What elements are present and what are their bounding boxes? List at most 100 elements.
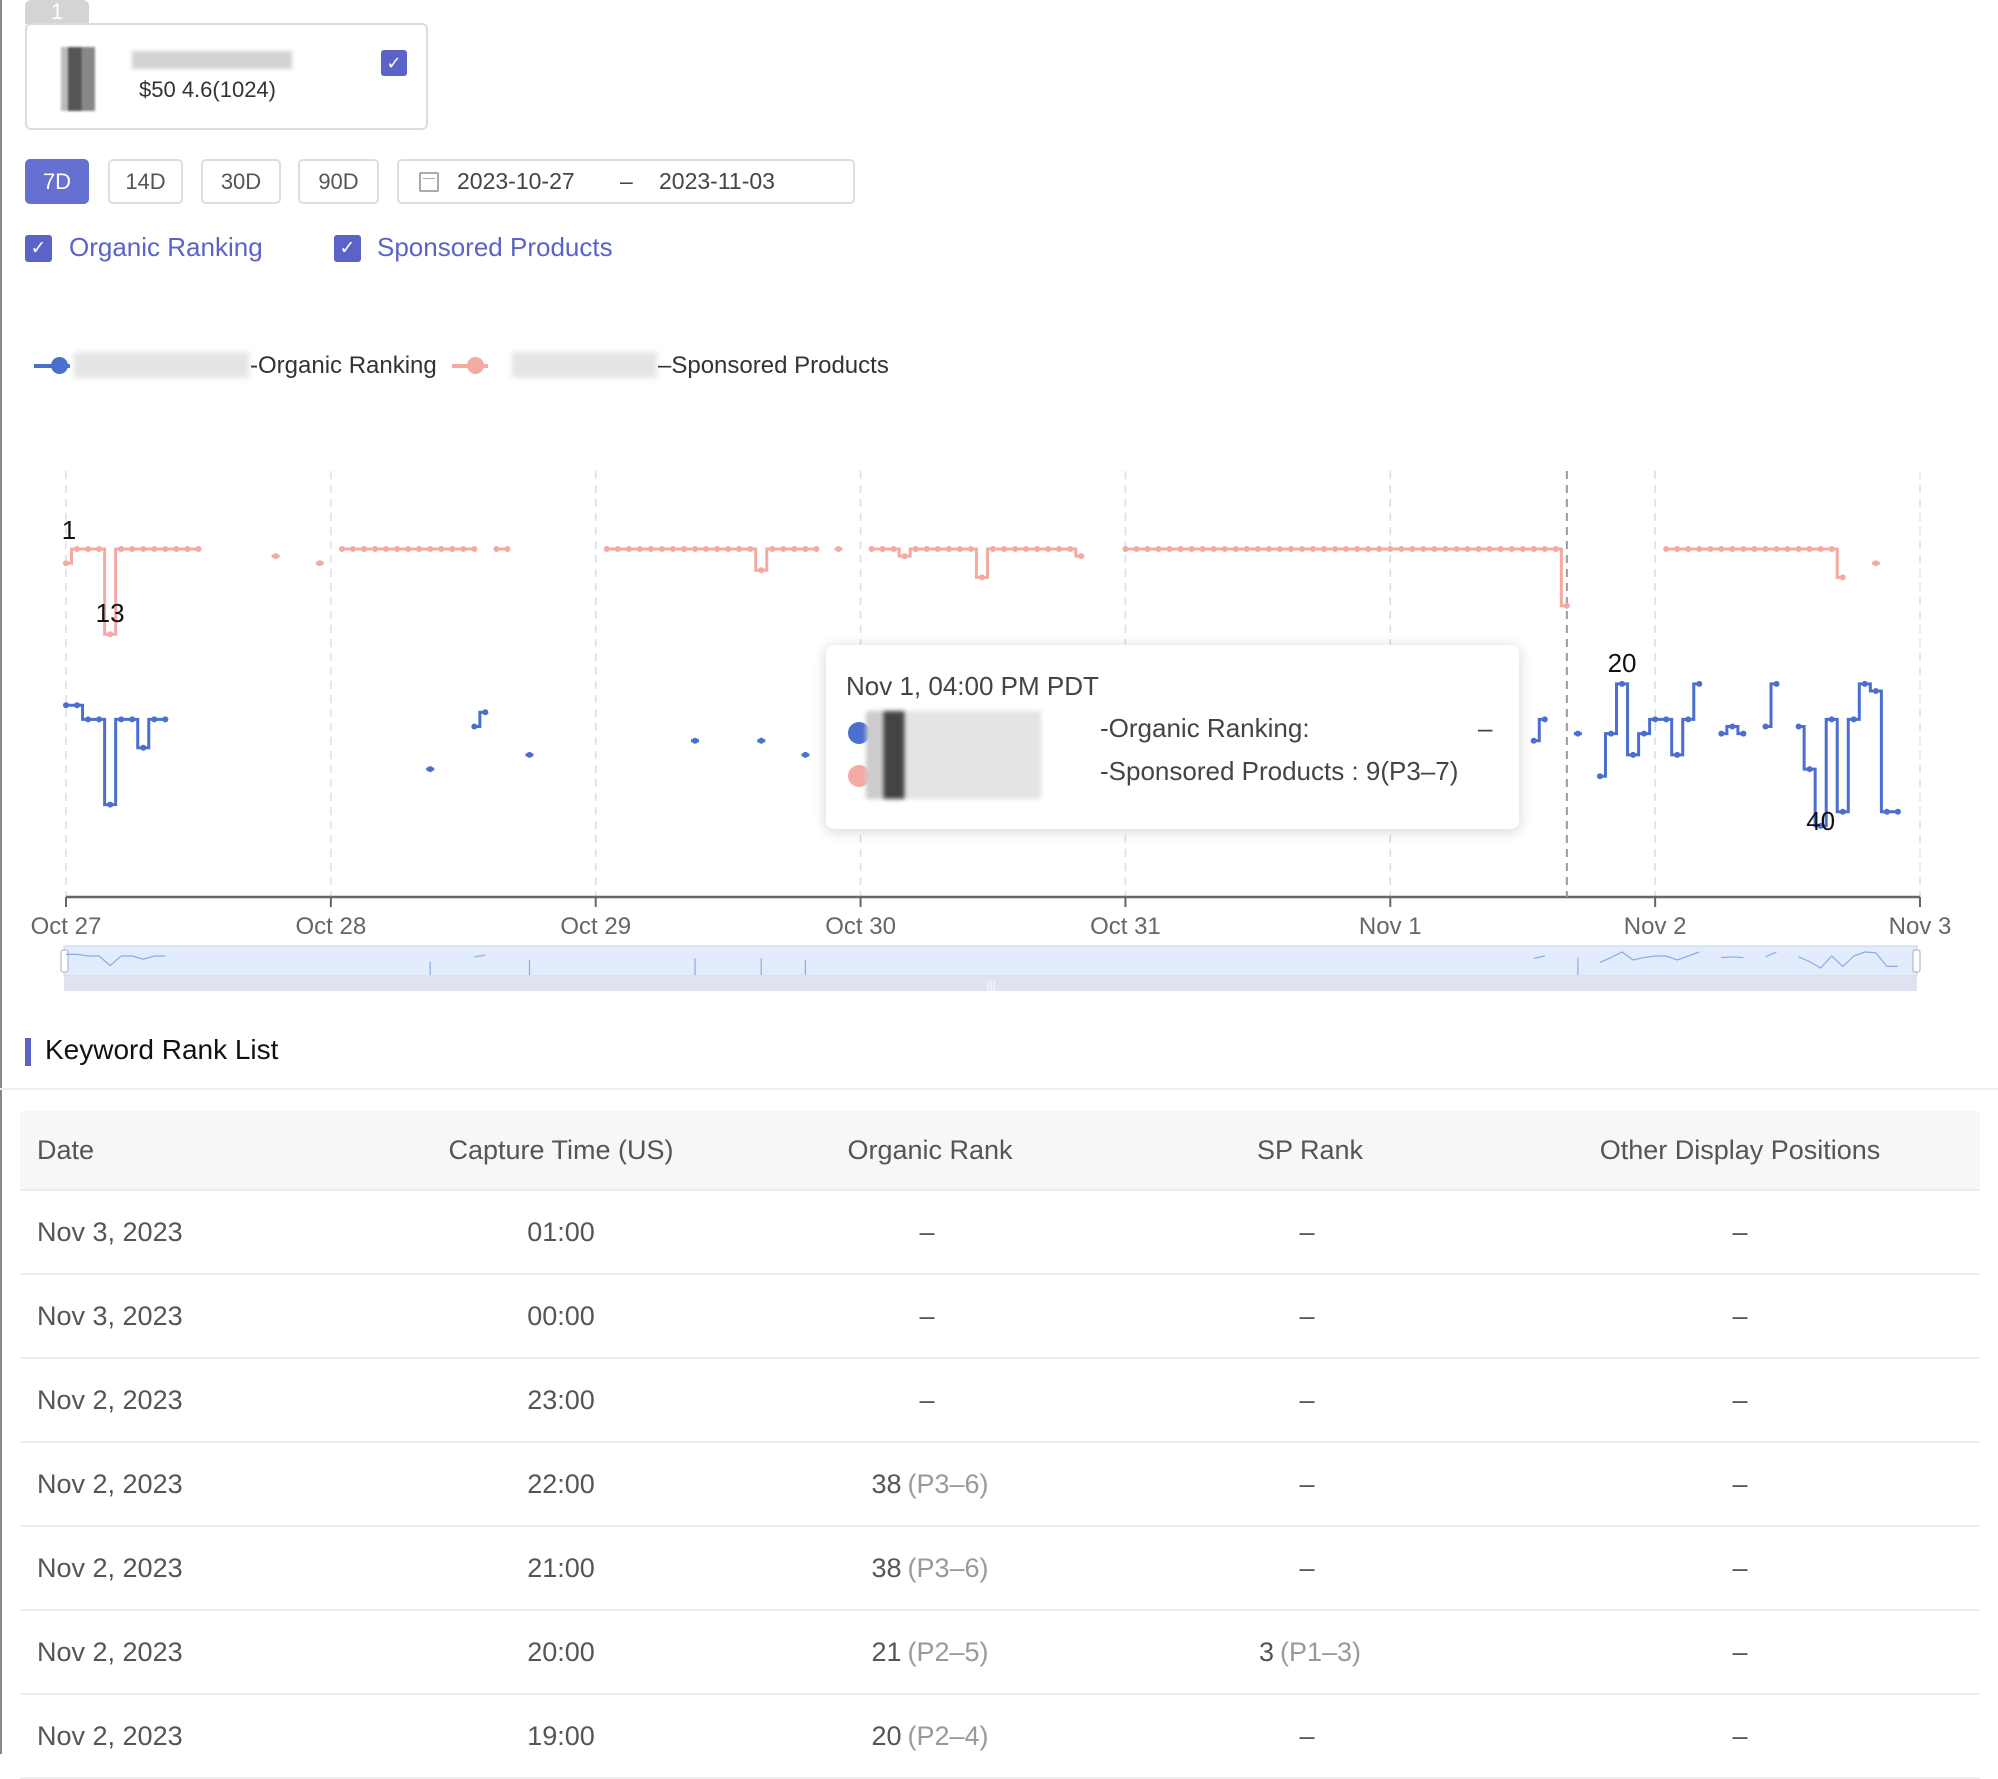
sponsored-data-point[interactable] bbox=[1839, 574, 1846, 581]
sponsored-data-point[interactable] bbox=[1310, 546, 1317, 552]
organic-data-point[interactable] bbox=[427, 766, 434, 773]
sponsored-data-point[interactable] bbox=[1817, 546, 1824, 552]
sponsored-data-point[interactable] bbox=[1155, 546, 1162, 552]
sponsored-data-point[interactable] bbox=[956, 546, 963, 552]
sponsored-data-point[interactable] bbox=[1067, 546, 1074, 552]
col-organic-rank[interactable]: Organic Rank bbox=[782, 1111, 1078, 1189]
sponsored-data-point[interactable] bbox=[835, 546, 842, 552]
organic-data-point[interactable] bbox=[802, 751, 809, 758]
sponsored-data-point[interactable] bbox=[85, 546, 92, 552]
sponsored-data-point[interactable] bbox=[1541, 546, 1548, 552]
sponsored-data-point[interactable] bbox=[173, 546, 180, 552]
sponsored-data-point[interactable] bbox=[890, 546, 897, 552]
sponsored-data-point[interactable] bbox=[383, 546, 390, 552]
col-other-positions[interactable]: Other Display Positions bbox=[1542, 1111, 1938, 1189]
sponsored-data-point[interactable] bbox=[669, 546, 676, 552]
sponsored-data-point[interactable] bbox=[1078, 553, 1085, 560]
sponsored-data-point[interactable] bbox=[647, 546, 654, 552]
sponsored-data-point[interactable] bbox=[1740, 546, 1747, 552]
sponsored-data-point[interactable] bbox=[1530, 546, 1537, 552]
sponsored-data-point[interactable] bbox=[1674, 546, 1681, 552]
sponsored-data-point[interactable] bbox=[1409, 546, 1416, 552]
sponsored-data-point[interactable] bbox=[504, 546, 511, 552]
organic-data-point[interactable] bbox=[1861, 680, 1868, 687]
sponsored-data-point[interactable] bbox=[1166, 546, 1173, 552]
sponsored-data-point[interactable] bbox=[438, 546, 445, 552]
sponsored-data-point[interactable] bbox=[791, 546, 798, 552]
sponsored-data-point[interactable] bbox=[140, 546, 147, 552]
organic-data-point[interactable] bbox=[1872, 688, 1879, 694]
sponsored-data-point[interactable] bbox=[1563, 602, 1570, 609]
zoom-slider-window[interactable] bbox=[63, 945, 1918, 977]
organic-data-point[interactable] bbox=[1663, 716, 1670, 723]
sponsored-data-point[interactable] bbox=[427, 546, 434, 552]
sponsored-data-point[interactable] bbox=[1045, 546, 1052, 552]
organic-data-point[interactable] bbox=[1795, 723, 1802, 730]
sponsored-data-point[interactable] bbox=[1254, 546, 1261, 552]
sponsored-data-point[interactable] bbox=[1486, 546, 1493, 552]
organic-data-point[interactable] bbox=[692, 737, 699, 744]
sponsored-data-point[interactable] bbox=[195, 546, 202, 552]
sponsored-data-point[interactable] bbox=[1122, 546, 1129, 552]
sponsored-data-point[interactable] bbox=[614, 546, 621, 552]
sponsored-data-point[interactable] bbox=[692, 546, 699, 552]
sponsored-data-point[interactable] bbox=[1287, 546, 1294, 552]
organic-data-point[interactable] bbox=[471, 723, 478, 730]
sponsored-data-point[interactable] bbox=[1751, 546, 1758, 552]
sponsored-data-point[interactable] bbox=[1023, 546, 1030, 552]
sponsored-data-point[interactable] bbox=[162, 546, 169, 552]
sponsored-data-point[interactable] bbox=[1210, 546, 1217, 552]
organic-data-point[interactable] bbox=[1850, 716, 1857, 723]
sponsored-data-point[interactable] bbox=[1696, 546, 1703, 552]
organic-data-point[interactable] bbox=[1541, 716, 1548, 723]
sponsored-data-point[interactable] bbox=[405, 546, 412, 552]
sponsored-data-point[interactable] bbox=[1398, 546, 1405, 552]
sponsored-data-point[interactable] bbox=[1475, 546, 1482, 552]
sponsored-data-point[interactable] bbox=[714, 546, 721, 552]
sponsored-data-point[interactable] bbox=[912, 546, 919, 552]
sponsored-data-point[interactable] bbox=[1376, 546, 1383, 552]
sponsored-data-point[interactable] bbox=[1343, 546, 1350, 552]
organic-data-point[interactable] bbox=[1530, 737, 1537, 744]
sponsored-data-point[interactable] bbox=[1012, 546, 1019, 552]
sponsored-data-point[interactable] bbox=[1243, 546, 1250, 552]
sponsored-data-point[interactable] bbox=[725, 546, 732, 552]
organic-data-point[interactable] bbox=[1729, 723, 1736, 730]
sponsored-data-point[interactable] bbox=[780, 546, 787, 552]
organic-data-point[interactable] bbox=[1762, 723, 1769, 730]
sponsored-data-point[interactable] bbox=[945, 546, 952, 552]
sponsored-data-point[interactable] bbox=[747, 546, 754, 552]
col-capture-time[interactable]: Capture Time (US) bbox=[340, 1111, 782, 1189]
organic-data-point[interactable] bbox=[1740, 730, 1747, 737]
organic-data-point[interactable] bbox=[107, 801, 114, 808]
organic-data-point[interactable] bbox=[85, 716, 92, 723]
organic-data-point[interactable] bbox=[1806, 766, 1813, 773]
sponsored-data-point[interactable] bbox=[868, 546, 875, 552]
sponsored-data-point[interactable] bbox=[1685, 546, 1692, 552]
sponsored-data-point[interactable] bbox=[813, 546, 820, 552]
sponsored-data-point[interactable] bbox=[769, 546, 776, 552]
organic-data-point[interactable] bbox=[129, 716, 136, 723]
sponsored-data-point[interactable] bbox=[1332, 546, 1339, 552]
sponsored-data-point[interactable] bbox=[625, 546, 632, 552]
sponsored-data-point[interactable] bbox=[1464, 546, 1471, 552]
organic-data-point[interactable] bbox=[74, 702, 81, 709]
sponsored-data-point[interactable] bbox=[1001, 546, 1008, 552]
sponsored-data-point[interactable] bbox=[1729, 546, 1736, 552]
organic-data-point[interactable] bbox=[1696, 680, 1703, 687]
rank-chart[interactable]: Oct 27 Oct 28 Oct 29 Oct 30 Oct 31 Nov 1 Nov 2… bbox=[0, 0, 1998, 1000]
sponsored-data-point[interactable] bbox=[394, 546, 401, 552]
sponsored-data-point[interactable] bbox=[1497, 546, 1504, 552]
sponsored-data-point[interactable] bbox=[1056, 546, 1063, 552]
organic-data-point[interactable] bbox=[1674, 751, 1681, 758]
sponsored-data-point[interactable] bbox=[1265, 546, 1272, 552]
sponsored-data-point[interactable] bbox=[923, 546, 930, 552]
organic-data-point[interactable] bbox=[482, 709, 489, 716]
sponsored-data-point[interactable] bbox=[1199, 546, 1206, 552]
sponsored-data-point[interactable] bbox=[1144, 546, 1151, 552]
sponsored-data-point[interactable] bbox=[1276, 546, 1283, 552]
sponsored-data-point[interactable] bbox=[96, 546, 103, 552]
sponsored-data-point[interactable] bbox=[1762, 546, 1769, 552]
organic-data-point[interactable] bbox=[1574, 730, 1581, 737]
sponsored-data-point[interactable] bbox=[471, 546, 478, 552]
